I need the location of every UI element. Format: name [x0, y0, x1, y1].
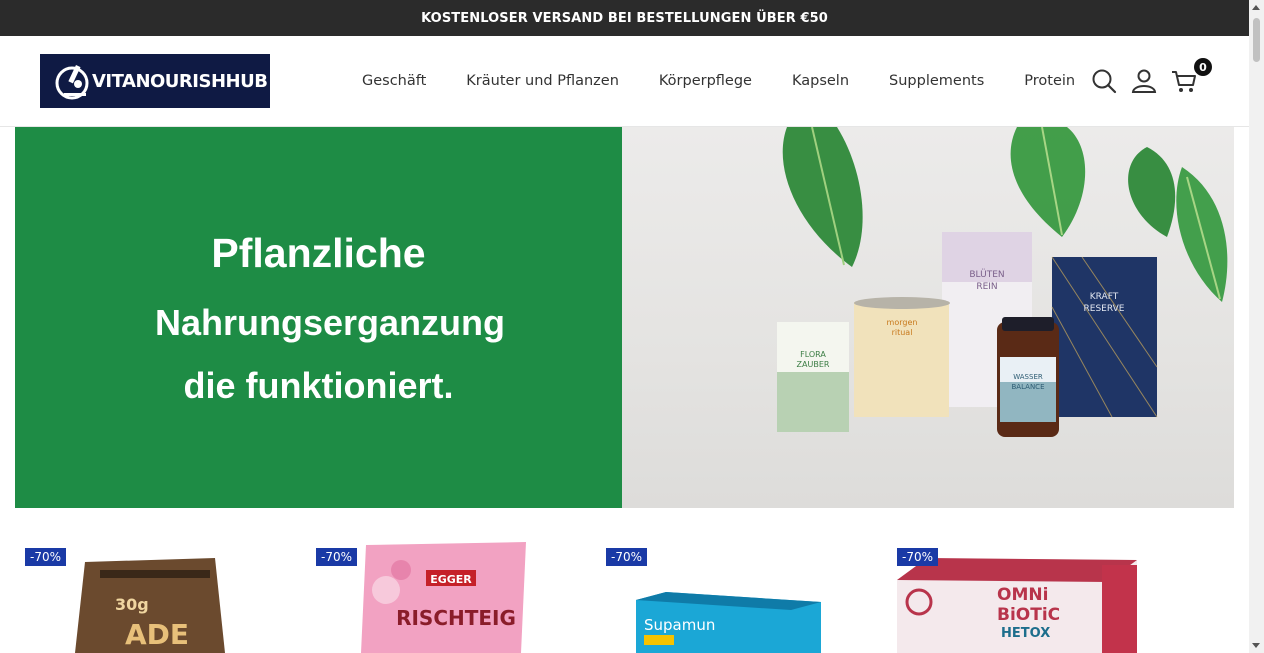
user-icon[interactable]: [1130, 67, 1158, 95]
main-nav: Geschäft Kräuter und Pflanzen Körperpfle…: [362, 36, 1115, 126]
cart-count-badge: 0: [1194, 58, 1212, 76]
hero-headline-line1: Pflanzliche: [211, 230, 426, 276]
svg-text:ritual: ritual: [892, 328, 913, 337]
svg-text:RESERVE: RESERVE: [1084, 304, 1125, 314]
svg-text:RISCHTEIG: RISCHTEIG: [396, 606, 516, 630]
discount-badge: -70%: [25, 548, 67, 566]
svg-text:BALANCE: BALANCE: [1012, 383, 1045, 391]
nav-item-protein[interactable]: Protein: [1024, 73, 1075, 89]
svg-text:HETOX: HETOX: [1001, 626, 1050, 641]
svg-text:ADE: ADE: [125, 618, 189, 651]
hero-text-panel: Pflanzliche Nahrungserganzung die funkti…: [15, 127, 622, 508]
nav-item-capsules[interactable]: Kapseln: [792, 73, 849, 89]
svg-text:Supamun: Supamun: [644, 616, 715, 634]
search-icon[interactable]: [1090, 67, 1118, 95]
site-header: VITANOURISHHUB Geschäft Kräuter und Pfla…: [0, 36, 1249, 127]
product-card[interactable]: EGGER RISCHTEIG -70%: [306, 540, 566, 653]
scroll-up-arrow-icon[interactable]: [1252, 5, 1260, 10]
scroll-thumb[interactable]: [1253, 18, 1260, 62]
svg-text:REIN: REIN: [976, 282, 997, 292]
hero-banner[interactable]: Pflanzliche Nahrungserganzung die funkti…: [15, 127, 1234, 508]
svg-text:EGGER: EGGER: [430, 573, 472, 586]
hero-product-image: BLÜTEN REIN KRAFT RESERVE morgen ritual …: [622, 127, 1234, 508]
nav-item-supplements[interactable]: Supplements: [889, 73, 984, 89]
svg-text:30g: 30g: [115, 595, 149, 614]
header-icons: 0: [1090, 36, 1212, 126]
svg-text:morgen: morgen: [887, 318, 918, 327]
hero-headline-line3: die funktioniert.: [183, 365, 454, 406]
svg-text:BiOTiC: BiOTiC: [997, 605, 1060, 625]
svg-text:OMNi: OMNi: [997, 585, 1048, 605]
svg-text:FLORA: FLORA: [800, 350, 826, 359]
product-grid: 30g ADE -70% EGGER RISCHTEIG -70% Supamu…: [0, 540, 1249, 653]
announcement-bar: KOSTENLOSER VERSAND BEI BESTELLUNGEN ÜBE…: [0, 0, 1249, 36]
microscope-logo-icon: [54, 59, 94, 103]
page-scrollbar[interactable]: [1249, 0, 1264, 653]
product-card[interactable]: OMNi BiOTiC HETOX -70%: [887, 540, 1147, 653]
svg-text:KRAFT: KRAFT: [1090, 292, 1119, 302]
cart-icon[interactable]: 0: [1170, 58, 1212, 95]
nav-item-herbs[interactable]: Kräuter und Pflanzen: [466, 73, 619, 89]
site-logo[interactable]: VITANOURISHHUB: [40, 54, 270, 108]
discount-badge: -70%: [316, 548, 358, 566]
page: KOSTENLOSER VERSAND BEI BESTELLUNGEN ÜBE…: [0, 0, 1249, 653]
discount-badge: -70%: [606, 548, 648, 566]
discount-badge: -70%: [897, 548, 939, 566]
logo-text: VITANOURISHHUB: [92, 70, 268, 92]
nav-item-body-care[interactable]: Körperpflege: [659, 73, 752, 89]
announcement-text: KOSTENLOSER VERSAND BEI BESTELLUNGEN ÜBE…: [421, 10, 828, 26]
hero-headline-line2: Nahrungserganzung: [154, 302, 505, 343]
product-card[interactable]: 30g ADE -70%: [15, 540, 275, 653]
nav-item-shop[interactable]: Geschäft: [362, 73, 426, 89]
scroll-down-arrow-icon[interactable]: [1252, 643, 1260, 648]
svg-text:WASSER: WASSER: [1013, 373, 1043, 381]
svg-text:ZAUBER: ZAUBER: [797, 360, 830, 369]
product-card[interactable]: Supamun -70%: [596, 540, 856, 653]
svg-text:BLÜTEN: BLÜTEN: [969, 269, 1004, 280]
